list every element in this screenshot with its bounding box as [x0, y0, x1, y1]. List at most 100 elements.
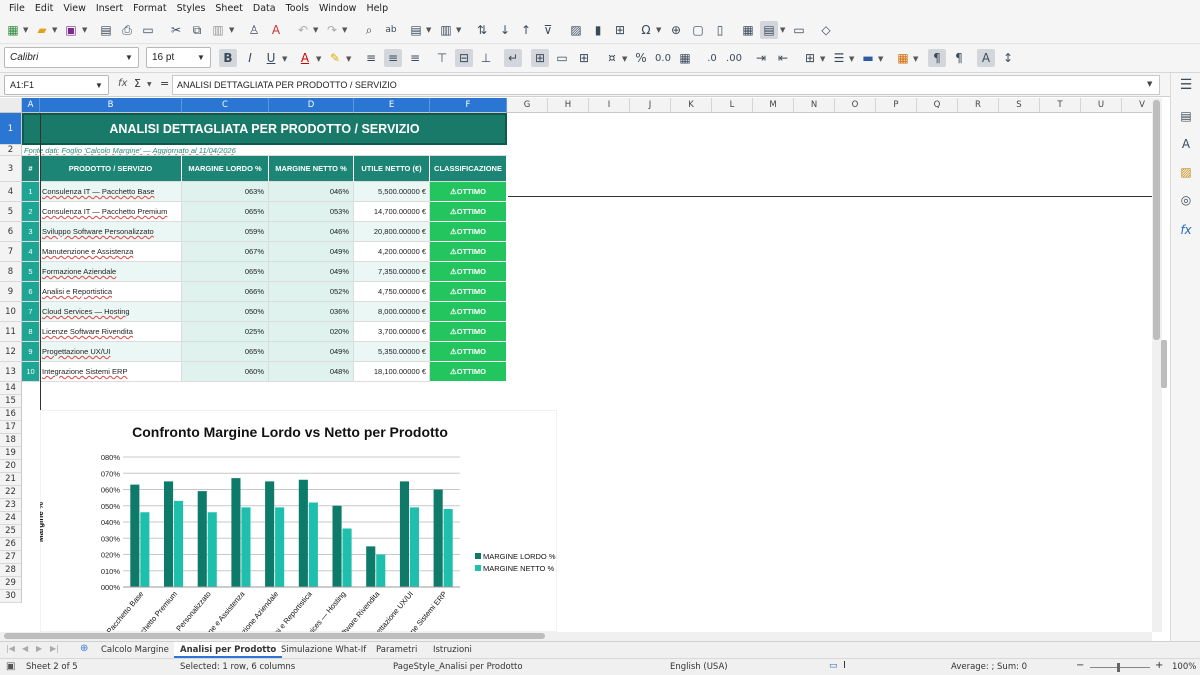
conditional-format-icon[interactable]: ▦	[894, 49, 912, 67]
classification-cell[interactable]: ⚠OTTIMO	[430, 282, 507, 302]
product-cell[interactable]: Formazione Aziendale	[40, 262, 182, 282]
column-header-h[interactable]: H	[548, 98, 589, 113]
row-header-10[interactable]: 10	[0, 302, 22, 322]
align-left-icon[interactable]: ≡	[362, 49, 380, 67]
net-profit-cell[interactable]: 18,100.00000 €	[354, 362, 430, 382]
row-number-cell[interactable]: 1	[22, 182, 40, 202]
copy-icon[interactable]: ⧉	[188, 21, 206, 39]
page-style[interactable]: PageStyle_Analisi per Prodotto	[393, 662, 523, 672]
net-profit-cell[interactable]: 5,500.00000 €	[354, 182, 430, 202]
chevron-down-icon[interactable]: ▼	[192, 48, 210, 67]
row-header-11[interactable]: 11	[0, 322, 22, 342]
column-header-g[interactable]: G	[507, 98, 548, 113]
classification-cell[interactable]: ⚠OTTIMO	[430, 262, 507, 282]
gross-margin-cell[interactable]: 050%	[182, 302, 269, 322]
chevron-down-icon[interactable]: ▼	[52, 26, 57, 34]
row-header-7[interactable]: 7	[0, 242, 22, 262]
show-draw-functions-icon[interactable]: ◇	[817, 21, 835, 39]
classification-cell[interactable]: ⚠OTTIMO	[430, 322, 507, 342]
chevron-down-icon[interactable]: ▼	[313, 26, 318, 34]
menu-item-styles[interactable]: Styles	[172, 3, 211, 14]
export-pdf-icon[interactable]: ▤	[97, 21, 115, 39]
insert-image-icon[interactable]: ▨	[567, 21, 585, 39]
row-number-cell[interactable]: 4	[22, 242, 40, 262]
row-header-13[interactable]: 13	[0, 362, 22, 382]
product-cell[interactable]: Analisi e Reportistica	[40, 282, 182, 302]
row-header-21[interactable]: 21	[0, 473, 22, 486]
formula-input[interactable]: ANALISI DETTAGLIATA PER PRODOTTO / SERVI…	[172, 75, 1160, 95]
row-header-12[interactable]: 12	[0, 342, 22, 362]
row-header-6[interactable]: 6	[0, 222, 22, 242]
row-header-19[interactable]: 19	[0, 447, 22, 460]
gross-margin-cell[interactable]: 067%	[182, 242, 269, 262]
column-header-t[interactable]: T	[1040, 98, 1081, 113]
classification-cell[interactable]: ⚠OTTIMO	[430, 202, 507, 222]
undo-icon[interactable]: ↶	[294, 21, 312, 39]
center-vertically-icon[interactable]: ⊟	[455, 49, 473, 67]
font-color-icon[interactable]: A	[296, 49, 314, 67]
menu-item-format[interactable]: Format	[128, 3, 171, 14]
row-number-cell[interactable]: 7	[22, 302, 40, 322]
column-header-n[interactable]: N	[794, 98, 835, 113]
align-center-icon[interactable]: ≡	[384, 49, 402, 67]
net-profit-cell[interactable]: 20,800.00000 €	[354, 222, 430, 242]
autofilter-icon[interactable]: ⊽	[539, 21, 557, 39]
gross-margin-cell[interactable]: 065%	[182, 202, 269, 222]
row-number-cell[interactable]: 6	[22, 282, 40, 302]
row-icon[interactable]: ▤	[407, 21, 425, 39]
align-top-icon[interactable]: ⊤	[433, 49, 451, 67]
gross-margin-cell[interactable]: 060%	[182, 362, 269, 382]
column-header-r[interactable]: R	[958, 98, 999, 113]
decrease-indent-icon[interactable]: ⇤	[774, 49, 792, 67]
italic-icon[interactable]: I	[241, 49, 259, 67]
row-header-23[interactable]: 23	[0, 499, 22, 512]
next-sheet-icon[interactable]: ▶	[36, 644, 42, 653]
table-header[interactable]: #	[22, 156, 40, 182]
menu-item-tools[interactable]: Tools	[281, 3, 314, 14]
find-replace-icon[interactable]: ⌕	[360, 21, 378, 39]
product-cell[interactable]: Consulenza IT — Pacchetto Premium	[40, 202, 182, 222]
sheet-title[interactable]: ANALISI DETTAGLIATA PER PRODOTTO / SERVI…	[22, 113, 507, 145]
row-header-2[interactable]: 2	[0, 145, 22, 156]
special-character-icon[interactable]: Ω	[637, 21, 655, 39]
chevron-down-icon[interactable]: ▼	[316, 55, 321, 63]
insert-chart-icon[interactable]: ▮	[589, 21, 607, 39]
gross-margin-cell[interactable]: 059%	[182, 222, 269, 242]
table-header[interactable]: UTILE NETTO (€)	[354, 156, 430, 182]
classification-cell[interactable]: ⚠OTTIMO	[430, 222, 507, 242]
navigator-icon[interactable]: ◎	[1177, 191, 1195, 209]
product-cell[interactable]: Consulenza IT — Pacchetto Base	[40, 182, 182, 202]
gross-margin-cell[interactable]: 066%	[182, 282, 269, 302]
row-number-cell[interactable]: 8	[22, 322, 40, 342]
column-header-a[interactable]: A	[22, 98, 40, 113]
net-profit-cell[interactable]: 3,700.00000 €	[354, 322, 430, 342]
net-profit-cell[interactable]: 8,000.00000 €	[354, 302, 430, 322]
currency-format-icon[interactable]: ¤	[603, 49, 621, 67]
horizontal-scroll-thumb[interactable]	[4, 633, 545, 639]
save-icon[interactable]: ▣	[62, 21, 80, 39]
net-profit-cell[interactable]: 5,350.00000 €	[354, 342, 430, 362]
net-margin-cell[interactable]: 049%	[269, 342, 354, 362]
row-header-4[interactable]: 4	[0, 182, 22, 202]
row-header-29[interactable]: 29	[0, 577, 22, 590]
language[interactable]: English (USA)	[670, 662, 728, 672]
sheet-subtitle[interactable]: Fonte dati: Foglio 'Calcolo Margine' — A…	[22, 145, 507, 156]
column-header-e[interactable]: E	[354, 98, 430, 113]
chevron-down-icon[interactable]: ▼	[120, 48, 138, 67]
gross-margin-cell[interactable]: 063%	[182, 182, 269, 202]
wrap-text-icon[interactable]: ↵	[504, 49, 522, 67]
merge-center-icon[interactable]: ⊞	[531, 49, 549, 67]
column-header-c[interactable]: C	[182, 98, 269, 113]
product-cell[interactable]: Manutenzione e Assistenza	[40, 242, 182, 262]
classification-cell[interactable]: ⚠OTTIMO	[430, 302, 507, 322]
header-footer-icon[interactable]: ▯	[711, 21, 729, 39]
print-preview-icon[interactable]: ▭	[139, 21, 157, 39]
net-margin-cell[interactable]: 053%	[269, 202, 354, 222]
row-header-14[interactable]: 14	[0, 382, 22, 395]
net-margin-cell[interactable]: 020%	[269, 322, 354, 342]
column-header-b[interactable]: B	[40, 98, 182, 113]
previous-sheet-icon[interactable]: ◀	[22, 644, 28, 653]
row-header-25[interactable]: 25	[0, 525, 22, 538]
sidebar-collapse-handle[interactable]	[1161, 340, 1167, 388]
product-cell[interactable]: Progettazione UX/UI	[40, 342, 182, 362]
